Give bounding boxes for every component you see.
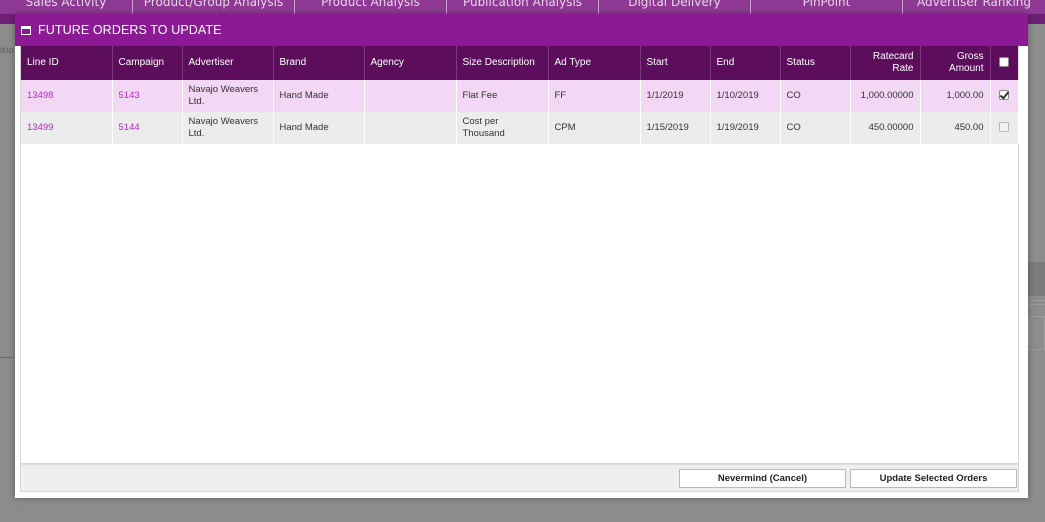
cell-campaign[interactable]: 5144 — [112, 112, 183, 144]
cell-advertiser: Navajo Weavers Ltd. — [182, 112, 274, 144]
bg-tab-product-analysis: Product Analysis — [295, 0, 447, 14]
table-header-row: Line ID Campaign Advertiser Brand Agency… — [21, 46, 1018, 80]
orders-table: Line ID Campaign Advertiser Brand Agency… — [21, 46, 1019, 144]
background-label-fragment: itio — [0, 46, 15, 56]
col-header-brand[interactable]: Brand — [273, 46, 365, 80]
background-divider-right — [1028, 300, 1045, 305]
col-header-agency[interactable]: Agency — [364, 46, 457, 80]
col-header-ratecard-rate[interactable]: Ratecard Rate — [850, 46, 921, 80]
cell-campaign[interactable]: 5143 — [112, 80, 183, 112]
row-select-checkbox[interactable] — [999, 90, 1009, 101]
table-row[interactable]: 13499 5144 Navajo Weavers Ltd. Hand Made… — [21, 112, 1019, 144]
bg-tab-pinpoint: PinPoint — [751, 0, 903, 14]
bg-tab-publication-analysis: Publication Analysis — [447, 0, 599, 14]
background-nav: Sales Activity Product/Group Analysis Pr… — [0, 0, 1045, 14]
bg-tab-product-group-analysis: Product/Group Analysis — [133, 0, 295, 14]
cell-brand: Hand Made — [273, 80, 365, 112]
cell-advertiser: Navajo Weavers Ltd. — [182, 80, 274, 112]
dialog-footer: Nevermind (Cancel) Update Selected Order… — [20, 464, 1019, 492]
col-header-gross-amount[interactable]: Gross Amount — [920, 46, 991, 80]
cell-line-id[interactable]: 13498 — [21, 80, 113, 112]
cell-ratecard-rate: 450.00000 — [850, 112, 921, 144]
cell-ratecard-rate: 1,000.00000 — [850, 80, 921, 112]
col-header-status[interactable]: Status — [780, 46, 851, 80]
col-header-line-id[interactable]: Line ID — [21, 46, 113, 80]
bg-tab-digital-delivery: Digital Delivery — [599, 0, 751, 14]
cell-status: CO — [780, 112, 851, 144]
cell-ad-type: CPM — [548, 112, 641, 144]
cell-end: 1/19/2019 — [710, 112, 781, 144]
select-all-checkbox[interactable] — [999, 57, 1010, 68]
cell-gross-amount: 1,000.00 — [920, 80, 991, 112]
bg-tab-advertiser-ranking: Advertiser Ranking — [917, 0, 1031, 9]
col-header-advertiser[interactable]: Advertiser — [182, 46, 274, 80]
cancel-button[interactable]: Nevermind (Cancel) — [679, 469, 846, 488]
orders-grid: Line ID Campaign Advertiser Brand Agency… — [20, 46, 1019, 464]
dialog-title: FUTURE ORDERS TO UPDATE — [38, 23, 222, 37]
cell-end: 1/10/2019 — [710, 80, 781, 112]
cell-line-id[interactable]: 13499 — [21, 112, 113, 144]
bg-tab-sales-activity: Sales Activity — [0, 0, 133, 14]
cell-size-description: Cost per Thousand — [456, 112, 549, 144]
background-panel — [1028, 262, 1045, 296]
row-select-checkbox[interactable] — [999, 122, 1009, 133]
cell-ad-type: FF — [548, 80, 641, 112]
table-row[interactable]: 13498 5143 Navajo Weavers Ltd. Hand Made… — [21, 80, 1019, 112]
line-id-link[interactable]: 13499 — [27, 122, 53, 133]
cell-gross-amount: 450.00 — [920, 112, 991, 144]
window-icon — [21, 25, 31, 35]
cell-agency — [364, 80, 457, 112]
line-id-link[interactable]: 13498 — [27, 90, 53, 101]
col-header-size-description[interactable]: Size Description — [456, 46, 549, 80]
cell-agency — [364, 112, 457, 144]
cell-start: 1/1/2019 — [640, 80, 711, 112]
future-orders-dialog: FUTURE ORDERS TO UPDATE Line ID Campaign… — [15, 14, 1028, 498]
cell-size-description: Flat Fee — [456, 80, 549, 112]
dialog-header[interactable]: FUTURE ORDERS TO UPDATE — [15, 14, 1028, 46]
background-field — [1028, 316, 1045, 350]
select-all-cell — [990, 46, 1018, 80]
cell-status: CO — [780, 80, 851, 112]
col-header-end[interactable]: End — [710, 46, 781, 80]
cell-brand: Hand Made — [273, 112, 365, 144]
campaign-link[interactable]: 5144 — [119, 122, 140, 133]
background-divider — [0, 357, 14, 358]
col-header-ad-type[interactable]: Ad Type — [548, 46, 641, 80]
cell-select — [990, 112, 1019, 144]
col-header-start[interactable]: Start — [640, 46, 711, 80]
cell-start: 1/15/2019 — [640, 112, 711, 144]
campaign-link[interactable]: 5143 — [119, 90, 140, 101]
col-header-campaign[interactable]: Campaign — [112, 46, 183, 80]
update-selected-orders-button[interactable]: Update Selected Orders — [850, 469, 1017, 488]
cell-select — [990, 80, 1019, 112]
